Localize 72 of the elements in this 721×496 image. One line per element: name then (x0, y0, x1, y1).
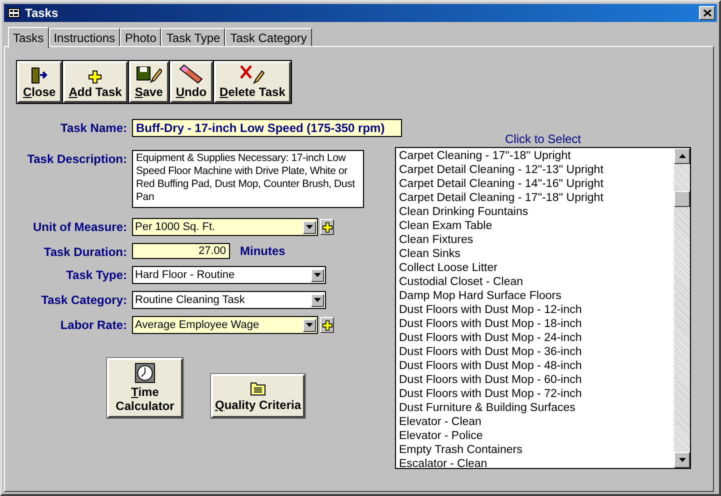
task-list[interactable] (395, 147, 691, 469)
x-pencil-icon (239, 64, 266, 84)
list-item[interactable]: Dust Floors with Dust Mop - 72-inch (399, 387, 671, 401)
add-button[interactable] (320, 219, 334, 235)
scroll-down-icon (678, 458, 686, 462)
list-item[interactable]: Custodial Closet - Clean (399, 275, 671, 289)
toolbar-button[interactable]: Save (128, 61, 169, 103)
plus-icon (88, 70, 102, 84)
tab[interactable]: Task Type (161, 28, 226, 46)
field-label: Task Category: (40, 292, 127, 307)
dropdown[interactable]: Per 1000 Sq. Ft. (132, 218, 318, 236)
form-icon (8, 8, 20, 18)
field-label: Labor Rate: (59, 317, 127, 332)
dropdown-arrow-icon (314, 298, 321, 302)
toolbar-button[interactable]: Close (17, 61, 62, 103)
list-item[interactable]: Clean Drinking Fountains (399, 205, 671, 219)
tab[interactable]: Tasks (8, 27, 49, 48)
close-icon[interactable] (699, 6, 715, 20)
list-item[interactable]: Carpet Cleaning - 17''-18'' Upright (399, 149, 671, 163)
list-item[interactable]: Clean Fixtures (399, 233, 671, 247)
clock-icon (134, 363, 156, 383)
eraser-pencil-icon (178, 64, 204, 84)
list-item[interactable]: Dust Furniture & Building Surfaces (399, 401, 671, 415)
list-item[interactable]: Clean Sinks (399, 247, 671, 261)
text-area[interactable]: Equipment & Supplies Necessary: 17-inch Low Speed Floor Machine with Drive Plate, White or Red Buffing Pad, Dust Mop, Counter Brush, Dust Pan (132, 150, 364, 208)
toolbar-button[interactable]: Undo (170, 61, 213, 103)
toolbar-button[interactable]: Delete Task (214, 61, 292, 103)
text-field[interactable]: Buff-Dry - 17-inch Low Speed (175-350 rpm) (132, 119, 402, 137)
dropdown[interactable]: Average Employee Wage (132, 316, 318, 334)
list-item[interactable]: Clean Exam Table (399, 219, 671, 233)
list-item[interactable]: Dust Floors with Dust Mop - 36-inch (399, 345, 671, 359)
list-item[interactable]: Dust Floors with Dust Mop - 60-inch (399, 373, 671, 387)
list-item[interactable]: Dust Floors with Dust Mop - 12-inch (399, 303, 671, 317)
scroll-thumb[interactable] (674, 191, 690, 207)
field-label: Task Description: (26, 151, 127, 166)
list-item[interactable]: Damp Mop Hard Surface Floors (399, 289, 671, 303)
list-header: Click to Select (504, 132, 582, 146)
unit-label: Minutes (240, 244, 286, 258)
door-icon (30, 67, 48, 84)
list-item[interactable]: Dust Floors with Dust Mop - 18-inch (399, 317, 671, 331)
list-item[interactable]: Carpet Detail Cleaning - 17''-18'' Upright (399, 191, 671, 205)
list-item[interactable]: Dust Floors with Dust Mop - 48-inch (399, 359, 671, 373)
scroll-up-icon (678, 154, 686, 158)
dropdown-arrow-icon (306, 225, 313, 229)
field-label: Unit of Measure: (32, 219, 127, 234)
toolbar-button[interactable]: Add Task (62, 61, 128, 103)
tab[interactable]: Photo (120, 28, 162, 46)
list-item[interactable]: Elevator - Clean (399, 415, 671, 429)
add-button[interactable] (320, 317, 334, 333)
list-item[interactable]: Collect Loose Litter (399, 261, 671, 275)
list-item[interactable]: Empty Trash Containers (399, 443, 671, 457)
list-item[interactable]: Carpet Detail Cleaning - 12''-13'' Upright (399, 163, 671, 177)
floppy-pencil-icon (136, 66, 162, 84)
action-button[interactable]: Time Calculator (107, 358, 183, 418)
dropdown-arrow-icon (306, 323, 313, 327)
window-title: Tasks (25, 6, 60, 20)
list-item[interactable]: Carpet Detail Cleaning - 14''-16'' Upright (399, 177, 671, 191)
list-item[interactable]: Dust Floors with Dust Mop - 24-inch (399, 331, 671, 345)
list-item[interactable]: Escalator - Clean (399, 457, 671, 468)
dropdown[interactable]: Routine Cleaning Task (132, 291, 326, 309)
number-field[interactable]: 27.00 (132, 243, 230, 259)
field-label: Task Name: (60, 120, 127, 135)
tab[interactable]: Instructions (48, 28, 120, 46)
scrollbar[interactable] (674, 148, 690, 468)
dropdown-arrow-icon (314, 273, 321, 277)
field-label: Task Type: (65, 267, 127, 282)
folder-icon (250, 380, 266, 396)
dropdown[interactable]: Hard Floor - Routine (132, 266, 326, 284)
list-item[interactable]: Elevator - Police (399, 429, 671, 443)
tab[interactable]: Task Category (225, 28, 312, 46)
action-button[interactable]: Quality Criteria (211, 374, 305, 418)
field-label: Task Duration: (42, 244, 127, 259)
